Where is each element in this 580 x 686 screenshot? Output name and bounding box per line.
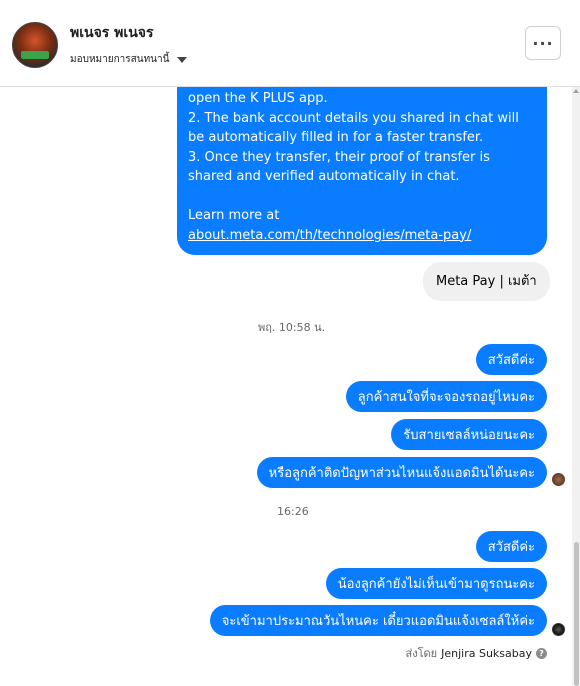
timestamp: พฤ. 10:58 น. bbox=[258, 321, 326, 334]
scrollbar-thumb[interactable] bbox=[574, 542, 579, 686]
more-options-button[interactable]: ··· bbox=[525, 26, 561, 60]
outgoing-message: รับสายเซลล์หน่อยนะคะ bbox=[391, 419, 547, 450]
more-options-icon: ··· bbox=[532, 33, 554, 53]
outgoing-message: น้องลูกค้ายังไม่เห็นเข้ามาดูรถนะคะ bbox=[325, 568, 547, 599]
sent-by-prefix: ส่งโดย bbox=[405, 647, 438, 660]
timestamp: 16:26 bbox=[277, 505, 309, 518]
outgoing-message: สวัสดีค่ะ bbox=[475, 344, 547, 375]
meta-pay-label: Meta Pay | เมต้า bbox=[436, 273, 537, 289]
assign-conversation-dropdown[interactable]: มอบหมายการสนทนานี้ bbox=[70, 52, 188, 67]
seen-avatar-icon bbox=[552, 473, 565, 486]
contact-name[interactable]: พเนจร พเนจร bbox=[70, 22, 154, 44]
seen-avatar-icon bbox=[552, 623, 565, 636]
learn-more-link[interactable]: about.meta.com/th/technologies/meta-pay/ bbox=[188, 228, 471, 243]
learn-more-prefix: Learn more at bbox=[188, 208, 280, 223]
help-icon[interactable]: ? bbox=[536, 647, 547, 659]
sent-by-info: ส่งโดย Jenjira Suksabay ? bbox=[406, 644, 547, 662]
message-line: open the K PLUS app. bbox=[188, 91, 328, 106]
avatar[interactable] bbox=[12, 22, 58, 68]
outgoing-message: ลูกค้าสนใจที่จะจองรถอยู่ไหมคะ bbox=[345, 381, 547, 412]
outgoing-message: จะเข้ามาประมาณวันไหนคะ เดี๋ยวแอดมินแจ้งเ… bbox=[209, 605, 547, 636]
learn-more-line: Learn more at about.meta.com/th/technolo… bbox=[188, 206, 535, 245]
conversation-header: พเนจร พเนจร มอบหมายการสนทนานี้ ··· bbox=[0, 0, 580, 87]
scroll-up-arrow-icon[interactable] bbox=[573, 89, 579, 93]
sent-by-name: Jenjira Suksabay bbox=[441, 646, 532, 660]
assign-label: มอบหมายการสนทนานี้ bbox=[70, 54, 170, 65]
message-line: 3. Once they transfer, their proof of tr… bbox=[188, 149, 490, 185]
scrollbar[interactable] bbox=[572, 87, 580, 686]
outgoing-message: หรือลูกค้าติดปัญหาส่วนไหนแจ้งแอดมินได้นะ… bbox=[256, 457, 547, 488]
payment-info-message: open the K PLUS app. 2. The bank account… bbox=[177, 87, 547, 255]
avatar-image-detail bbox=[21, 51, 49, 59]
message-thread: open the K PLUS app. 2. The bank account… bbox=[0, 87, 572, 686]
chevron-down-icon bbox=[177, 56, 188, 63]
outgoing-message: สวัสดีค่ะ bbox=[475, 531, 547, 562]
message-line: 2. The bank account details you shared i… bbox=[188, 110, 519, 146]
meta-pay-message: Meta Pay | เมต้า bbox=[423, 262, 550, 301]
